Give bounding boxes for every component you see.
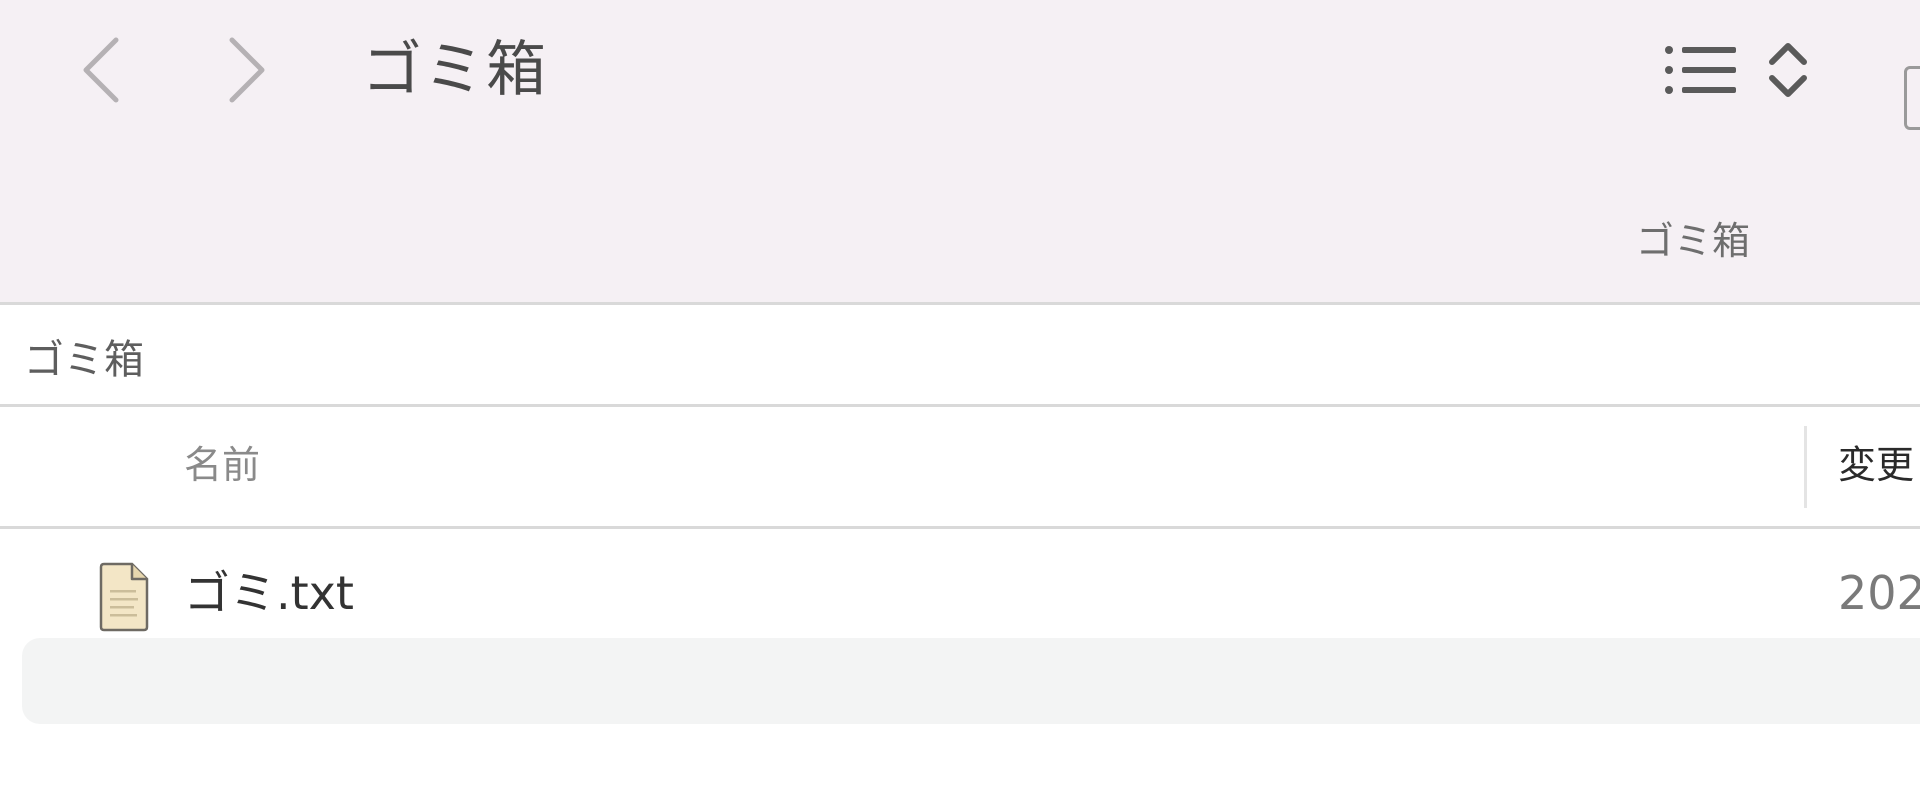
back-button[interactable]	[70, 32, 130, 108]
chevron-updown-icon	[1769, 43, 1807, 97]
more-toolbar-icon[interactable]	[1904, 66, 1920, 130]
list-view-icon	[1665, 46, 1736, 94]
column-header: 名前 変更	[0, 408, 1920, 526]
chevron-left-icon	[83, 37, 119, 103]
file-modified-date: 202	[1838, 566, 1920, 620]
file-row[interactable]: ゴミ.txt 202	[0, 546, 1920, 638]
location-label: ゴミ箱	[1636, 219, 1751, 263]
empty-row	[22, 638, 1920, 724]
divider	[0, 404, 1920, 407]
column-header-modified[interactable]: 変更	[1838, 442, 1914, 488]
toolbar: ゴミ箱 ゴミ箱	[0, 0, 1920, 302]
file-name: ゴミ.txt	[184, 566, 354, 620]
divider	[0, 302, 1920, 305]
column-header-name[interactable]: 名前	[184, 442, 260, 488]
text-file-icon	[99, 562, 149, 632]
window-title: ゴミ箱	[362, 35, 548, 105]
path-bar-label: ゴミ箱	[24, 337, 144, 383]
column-separator[interactable]	[1804, 426, 1807, 508]
chevron-right-icon	[229, 37, 265, 103]
view-options-button[interactable]	[1664, 36, 1824, 104]
divider	[0, 526, 1920, 529]
forward-button[interactable]	[218, 32, 278, 108]
